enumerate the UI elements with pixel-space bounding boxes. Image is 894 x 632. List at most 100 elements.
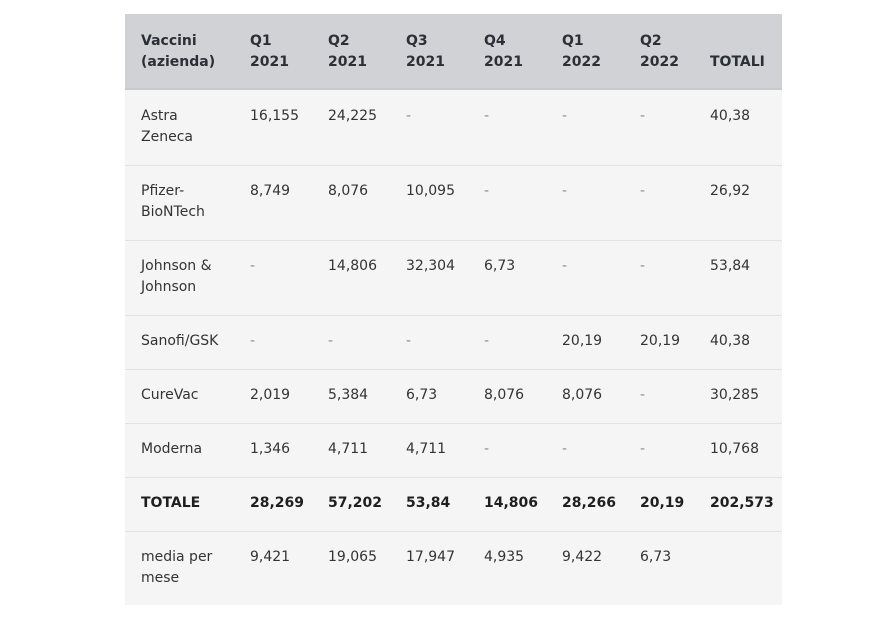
table-cell: 6,73 [484, 258, 516, 274]
row-label-line1: Johnson & [141, 258, 212, 274]
table-row: Pfizer- BioNTech 8,749 8,076 10,095 - - - 26,92 [125, 165, 782, 241]
row-label-line2: BioNTech [141, 204, 205, 220]
table-cell: 202,573 [710, 495, 774, 511]
table-cell: - [250, 333, 256, 349]
row-label: CureVac [141, 385, 198, 406]
table-cell: 10,768 [710, 441, 759, 457]
table-cell: - [484, 183, 490, 199]
row-label: Moderna [141, 439, 202, 460]
table-cell: 20,19 [640, 333, 681, 349]
row-label: Pfizer- BioNTech [141, 181, 205, 223]
table-cell: - [562, 258, 568, 274]
table-cell: 53,84 [406, 495, 451, 511]
column-header-line1: TOTALI [710, 54, 765, 70]
column-header: TOTALI [710, 52, 765, 73]
column-header-line2: 2022 [640, 54, 679, 70]
column-header-line1: Q2 [640, 33, 662, 49]
column-header: Q3 2021 [406, 31, 445, 73]
table-cell: 4,711 [406, 441, 447, 457]
table-cell: 10,095 [406, 183, 455, 199]
table-cell: 8,076 [562, 387, 603, 403]
row-label-line2: mese [141, 570, 180, 586]
table-cell: - [640, 387, 646, 403]
column-header-line2: 2021 [328, 54, 367, 70]
row-label-line1: Moderna [141, 441, 203, 457]
table-row: Sanofi/GSK - - - - 20,19 20,19 40,38 [125, 315, 782, 370]
table-cell: - [640, 441, 646, 457]
table-cell: - [484, 441, 490, 457]
table-cell: - [640, 258, 646, 274]
row-label-line1: CureVac [141, 387, 199, 403]
table-cell: 26,92 [710, 183, 751, 199]
table-header-row: Vaccini (azienda) Q1 2021 Q2 2021 Q3 2021 Q4 2021… [125, 14, 782, 90]
table-cell: - [562, 108, 568, 124]
column-header: Q2 2021 [328, 31, 367, 73]
table-cell: - [406, 333, 412, 349]
column-header: Q1 2022 [562, 31, 601, 73]
table-cell: 9,421 [250, 549, 291, 565]
table-cell: 24,225 [328, 108, 377, 124]
column-header: Q2 2022 [640, 31, 679, 73]
table-cell: 6,73 [640, 549, 672, 565]
table-cell: - [250, 258, 256, 274]
table-cell: 40,38 [710, 333, 751, 349]
table-cell: 6,73 [406, 387, 438, 403]
table-cell: 40,38 [710, 108, 751, 124]
table-cell: 19,065 [328, 549, 377, 565]
table-cell: 2,019 [250, 387, 291, 403]
row-label: Johnson & Johnson [141, 256, 212, 298]
vaccine-table: Vaccini (azienda) Q1 2021 Q2 2021 Q3 2021 Q4 2021… [125, 14, 782, 605]
table-cell: 20,19 [562, 333, 603, 349]
table-cell: 57,202 [328, 495, 383, 511]
table-cell: 14,806 [484, 495, 539, 511]
table-cell: 5,384 [328, 387, 369, 403]
column-header: Q4 2021 [484, 31, 523, 73]
column-header-line1: Q4 [484, 33, 506, 49]
table-cell: - [562, 183, 568, 199]
table-row: CureVac 2,019 5,384 6,73 8,076 8,076 - 30,285 [125, 369, 782, 424]
table-cell: - [406, 108, 412, 124]
table-cell: - [484, 108, 490, 124]
table-cell: 14,806 [328, 258, 377, 274]
row-label-line2: Zeneca [141, 129, 193, 145]
table-cell: - [328, 333, 334, 349]
column-header: Vaccini (azienda) [141, 31, 215, 73]
table-cell: 4,711 [328, 441, 369, 457]
table-row: Moderna 1,346 4,711 4,711 - - - 10,768 [125, 423, 782, 478]
table-cell: 28,266 [562, 495, 617, 511]
row-label: TOTALE [141, 493, 200, 514]
row-label: media per mese [141, 547, 212, 589]
table-cell: 20,19 [640, 495, 685, 511]
row-label: Sanofi/GSK [141, 331, 218, 352]
row-label-line1: Astra [141, 108, 178, 124]
column-header-line1: Q1 [562, 33, 584, 49]
table-cell: 8,076 [328, 183, 369, 199]
table-cell: 53,84 [710, 258, 751, 274]
table-cell: - [562, 441, 568, 457]
table-row: Johnson & Johnson - 14,806 32,304 6,73 - - 53,84 [125, 240, 782, 316]
column-header-line1: Q1 [250, 33, 272, 49]
column-header-line2: 2022 [562, 54, 601, 70]
table-cell: - [640, 108, 646, 124]
column-header-line2: 2021 [406, 54, 445, 70]
table-cell: 16,155 [250, 108, 299, 124]
table-cell: 8,076 [484, 387, 525, 403]
column-header-line1: Q2 [328, 33, 350, 49]
table-cell: 17,947 [406, 549, 455, 565]
column-header-line2: (azienda) [141, 54, 216, 70]
row-label-line1: Sanofi/GSK [141, 333, 219, 349]
row-label-line1: TOTALE [141, 495, 201, 511]
table-cell: 28,269 [250, 495, 305, 511]
column-header: Q1 2021 [250, 31, 289, 73]
row-label-line1: media per [141, 549, 213, 565]
table-cell: 32,304 [406, 258, 455, 274]
table-row: TOTALE 28,269 57,202 53,84 14,806 28,266 20,19… [125, 477, 782, 532]
table-cell: 30,285 [710, 387, 759, 403]
table-row: media per mese 9,421 19,065 17,947 4,935 9,422… [125, 531, 782, 605]
table-cell: 9,422 [562, 549, 603, 565]
column-header-line2: 2021 [484, 54, 523, 70]
row-label: Astra Zeneca [141, 106, 193, 148]
table-cell: - [484, 333, 490, 349]
table-row: Astra Zeneca 16,155 24,225 - - - - 40,38 [125, 90, 782, 166]
row-label-line2: Johnson [141, 279, 197, 295]
